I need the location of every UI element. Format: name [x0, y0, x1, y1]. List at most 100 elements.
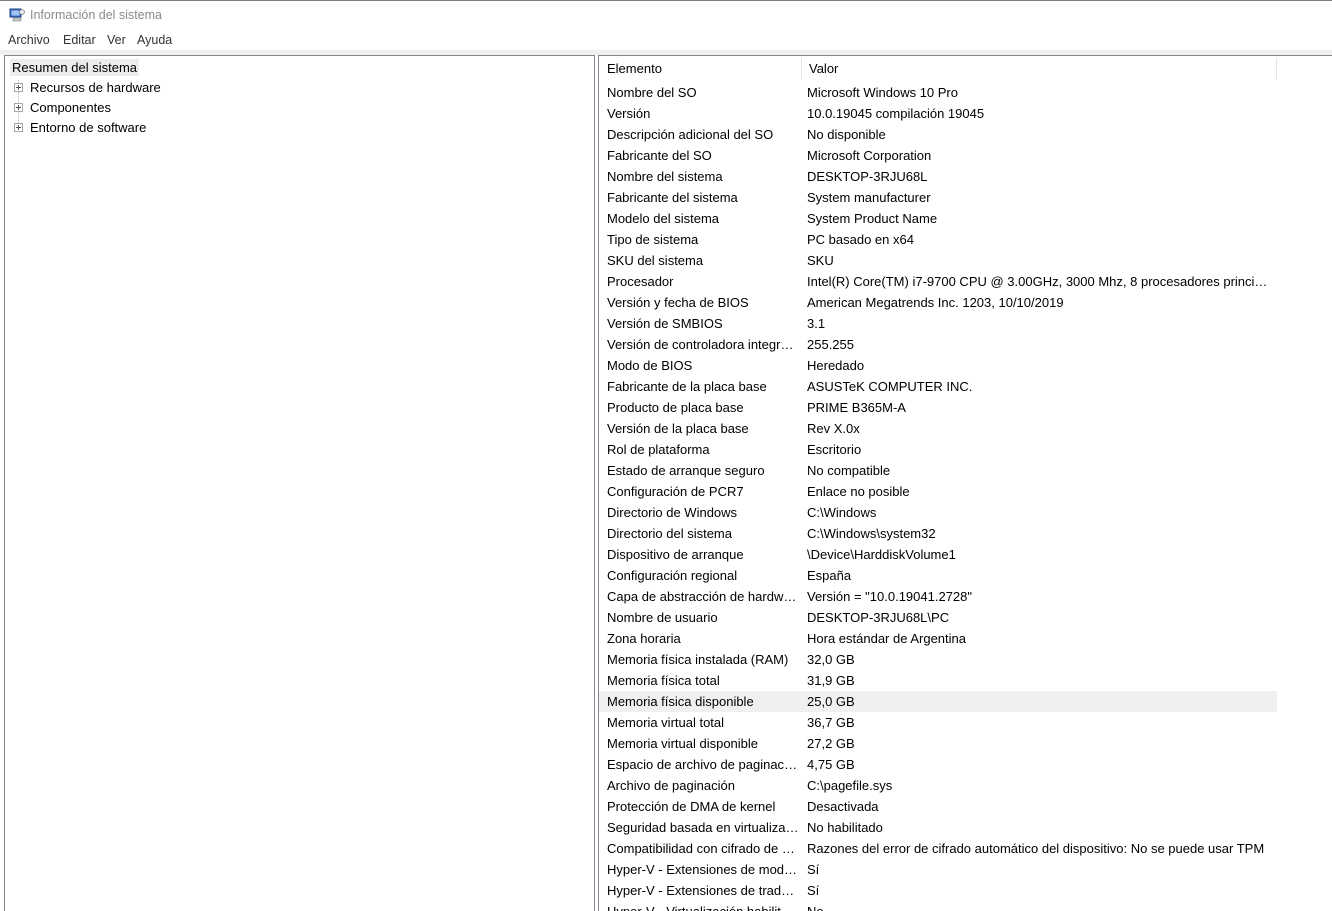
cell-value: System manufacturer	[807, 190, 931, 205]
cell-element: Configuración regional	[607, 568, 738, 583]
table-row[interactable]: Hyper-V - Extensiones de modo de monitor…	[599, 859, 1277, 880]
cell-element: Directorio de Windows	[607, 505, 738, 520]
table-row[interactable]: Versión y fecha de BIOS American Megatren…	[599, 292, 1277, 313]
cell-value: Intel(R) Core(TM) i7-9700 CPU @ 3.00GHz,…	[807, 274, 1269, 289]
cell-element: Espacio de archivo de paginación	[607, 757, 799, 772]
cell-element: Nombre de usuario	[607, 610, 718, 625]
table-row[interactable]: Rol de plataforma Escritorio	[599, 439, 1277, 460]
cell-element: Nombre del SO	[607, 85, 697, 100]
cell-element: Modelo del sistema	[607, 211, 719, 226]
cell-element: Versión de SMBIOS	[607, 316, 723, 331]
cell-element: Modo de BIOS	[607, 358, 693, 373]
table-row[interactable]: Nombre de usuario DESKTOP-3RJU68L\PC	[599, 607, 1277, 628]
table-row[interactable]: Nombre del SO Microsoft Windows 10 Pro	[599, 82, 1277, 103]
table-row[interactable]: Configuración de PCR7 Enlace no posible	[599, 481, 1277, 502]
table-row[interactable]: Fabricante de la placa base ASUSTeK COMPU…	[599, 376, 1277, 397]
table-row[interactable]: Nombre del sistema DESKTOP-3RJU68L	[599, 166, 1277, 187]
column-header-value[interactable]: Valor	[801, 56, 1277, 82]
cell-element: Versión de controladora integrada	[607, 337, 799, 352]
cell-value: 255.255	[807, 337, 854, 352]
table-row[interactable]: Zona horaria Hora estándar de Argentina	[599, 628, 1277, 649]
expand-icon[interactable]	[14, 123, 23, 132]
title-bar: Información del sistema	[0, 0, 1332, 31]
tree-root-system-summary[interactable]: Resumen del sistema	[10, 59, 139, 76]
cell-element: Descripción adicional del SO	[607, 127, 774, 142]
table-row[interactable]: Versión 10.0.19045 compilación 19045	[599, 103, 1277, 124]
cell-element: Compatibilidad con cifrado de dispositiv…	[607, 841, 799, 856]
table-row[interactable]: Configuración regional España	[599, 565, 1277, 586]
cell-value: 25,0 GB	[807, 694, 855, 709]
cell-element: Rol de plataforma	[607, 442, 710, 457]
table-row[interactable]: Directorio de Windows C:\Windows	[599, 502, 1277, 523]
table-row[interactable]: Compatibilidad con cifrado de dispositiv…	[599, 838, 1277, 859]
menu-editar[interactable]: Editar	[63, 33, 96, 47]
cell-value: No disponible	[807, 127, 886, 142]
cell-value: No	[807, 901, 1269, 911]
table-row[interactable]: SKU del sistema SKU	[599, 250, 1277, 271]
cell-value: Rev X.0x	[807, 421, 860, 436]
table-row[interactable]: Fabricante del sistema System manufacture…	[599, 187, 1277, 208]
cell-element: Capa de abstracción de hardware	[607, 589, 799, 604]
table-row[interactable]: Procesador Intel(R) Core(TM) i7-9700 CPU …	[599, 271, 1277, 292]
table-row[interactable]: Directorio del sistema C:\Windows\system3…	[599, 523, 1277, 544]
menu-archivo[interactable]: Archivo	[8, 33, 50, 47]
table-row[interactable]: Capa de abstracción de hardware Versión =…	[599, 586, 1277, 607]
table-row[interactable]: Modelo del sistema System Product Name	[599, 208, 1277, 229]
table-row[interactable]: Hyper-V - Extensiones de traducción de d…	[599, 880, 1277, 901]
table-row[interactable]: Memoria virtual disponible 27,2 GB	[599, 733, 1277, 754]
table-row[interactable]: Versión de la placa base Rev X.0x	[599, 418, 1277, 439]
cell-element: Configuración de PCR7	[607, 484, 744, 499]
table-row[interactable]: Descripción adicional del SO No disponibl…	[599, 124, 1277, 145]
cell-value: Desactivada	[807, 799, 879, 814]
table-row[interactable]: Fabricante del SO Microsoft Corporation	[599, 145, 1277, 166]
table-row[interactable]: Memoria física disponible 25,0 GB	[599, 691, 1277, 712]
category-tree[interactable]: Resumen del sistema Recursos de hardware…	[4, 55, 595, 911]
cell-value: Escritorio	[807, 442, 862, 457]
cell-element: Memoria virtual disponible	[607, 736, 759, 751]
table-row[interactable]: Espacio de archivo de paginación 4,75 GB	[599, 754, 1277, 775]
system-information-icon	[9, 8, 25, 22]
details-list[interactable]: Elemento Valor Nombre del SO Microsoft Wi…	[598, 55, 1332, 911]
cell-element: Versión y fecha de BIOS	[607, 295, 749, 310]
menu-ver[interactable]: Ver	[107, 33, 126, 47]
cell-value: 27,2 GB	[807, 736, 855, 751]
cell-element: Estado de arranque seguro	[607, 463, 765, 478]
menu-ayuda[interactable]: Ayuda	[137, 33, 172, 47]
table-row[interactable]: Dispositivo de arranque \Device\HarddiskV…	[599, 544, 1277, 565]
table-row[interactable]: Memoria física instalada (RAM) 32,0 GB	[599, 649, 1277, 670]
table-row[interactable]: Estado de arranque seguro No compatible	[599, 460, 1277, 481]
cell-value: No compatible	[807, 463, 891, 478]
cell-element: Zona horaria	[607, 631, 681, 646]
cell-value: Microsoft Windows 10 Pro	[807, 85, 958, 100]
cell-element: Archivo de paginación	[607, 778, 735, 793]
tree-item-label: Recursos de hardware	[30, 80, 161, 95]
table-row[interactable]: Producto de placa base PRIME B365M-A	[599, 397, 1277, 418]
column-header-element[interactable]: Elemento	[599, 56, 801, 82]
cell-value: C:\Windows\system32	[807, 526, 936, 541]
expand-icon[interactable]	[14, 103, 23, 112]
cell-value: Hora estándar de Argentina	[807, 631, 966, 646]
table-row[interactable]: Versión de controladora integrada 255.255	[599, 334, 1277, 355]
cell-element: Protección de DMA de kernel	[607, 799, 776, 814]
cell-value: 32,0 GB	[807, 652, 855, 667]
cell-element: Nombre del sistema	[607, 169, 723, 184]
table-row[interactable]: Memoria física total 31,9 GB	[599, 670, 1277, 691]
column-divider[interactable]	[1276, 58, 1277, 80]
expand-icon[interactable]	[14, 83, 23, 92]
table-row[interactable]: Hyper-V - Virtualización habilitada en f…	[599, 901, 1277, 911]
cell-value: 36,7 GB	[807, 715, 855, 730]
table-row[interactable]: Tipo de sistema PC basado en x64	[599, 229, 1277, 250]
table-row[interactable]: Seguridad basada en virtualización No hab…	[599, 817, 1277, 838]
menu-bar: Archivo Editar Ver Ayuda	[0, 31, 1332, 50]
table-row[interactable]: Archivo de paginación C:\pagefile.sys	[599, 775, 1277, 796]
cell-value: Razones del error de cifrado automático …	[807, 841, 1265, 856]
table-row[interactable]: Modo de BIOS Heredado	[599, 355, 1277, 376]
cell-value: \Device\HarddiskVolume1	[807, 547, 956, 562]
table-row[interactable]: Memoria virtual total 36,7 GB	[599, 712, 1277, 733]
cell-element: Procesador	[607, 274, 674, 289]
table-row[interactable]: Versión de SMBIOS 3.1	[599, 313, 1277, 334]
table-row[interactable]: Protección de DMA de kernel Desactivada	[599, 796, 1277, 817]
cell-value: 4,75 GB	[807, 757, 855, 772]
cell-element: Fabricante del sistema	[607, 190, 738, 205]
cell-element: Fabricante de la placa base	[607, 379, 767, 394]
